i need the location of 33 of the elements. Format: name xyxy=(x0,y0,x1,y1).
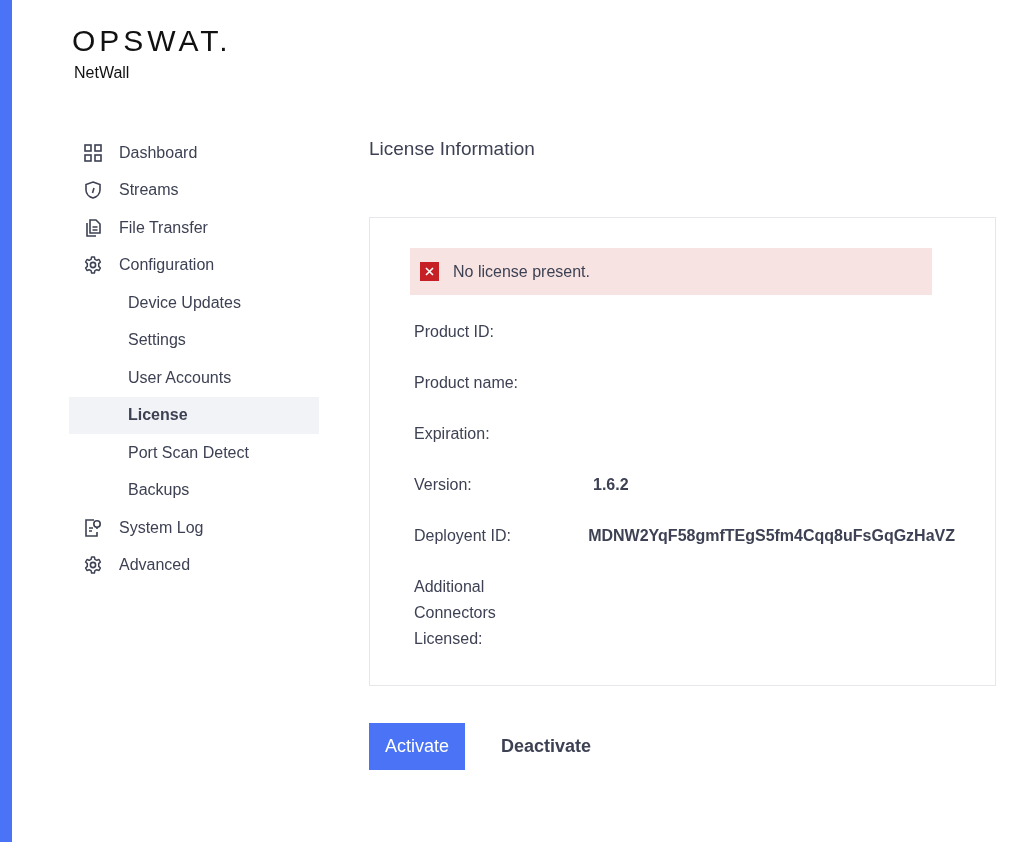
field-value: MDNW2YqF58gmfTEgS5fm4Cqq8uFsGqGzHaVZ xyxy=(588,526,955,546)
sidebar-item[interactable]: File Transfer xyxy=(69,209,319,247)
field-label: Version: xyxy=(414,475,473,495)
alert-text: No license present. xyxy=(453,262,590,281)
sidebar-item[interactable]: System Log xyxy=(69,509,319,547)
product-name: NetWall xyxy=(74,64,130,82)
sidebar-item[interactable]: Settings xyxy=(69,321,319,359)
dashboard-grid-icon xyxy=(83,142,103,163)
sidebar-item[interactable]: Port Scan Detect xyxy=(69,434,319,472)
error-icon xyxy=(420,262,439,281)
sidebar-item[interactable]: User Accounts xyxy=(69,359,319,397)
sidebar-item[interactable]: Device Updates xyxy=(69,284,319,322)
activate-button[interactable]: Activate xyxy=(369,723,466,770)
deactivate-button[interactable]: Deactivate xyxy=(485,723,608,770)
sidebar-item[interactable]: Configuration xyxy=(69,246,319,284)
gear-icon xyxy=(83,255,103,276)
sidebar-item[interactable]: Streams xyxy=(69,171,319,209)
field-value: 1.6.2 xyxy=(593,475,629,495)
sidebar-item[interactable]: Advanced xyxy=(69,546,319,584)
log-icon xyxy=(83,517,103,538)
sidebar-item[interactable]: Backups xyxy=(69,471,319,509)
files-icon xyxy=(83,217,103,238)
gear-icon xyxy=(83,555,103,576)
field-label: Additional Connectors Licensed: xyxy=(414,577,497,649)
sidebar-item[interactable]: Dashboard xyxy=(69,134,319,172)
shield-icon xyxy=(83,180,103,201)
field-label: Product ID: xyxy=(414,322,496,342)
page-title: License Information xyxy=(369,138,536,160)
field-label: Deployent ID: xyxy=(414,526,512,546)
field-label: Product name: xyxy=(414,373,520,393)
sidebar-item[interactable]: License xyxy=(69,396,319,434)
logo: OPSWAT. xyxy=(72,26,232,56)
field-label: Expiration: xyxy=(414,424,491,444)
